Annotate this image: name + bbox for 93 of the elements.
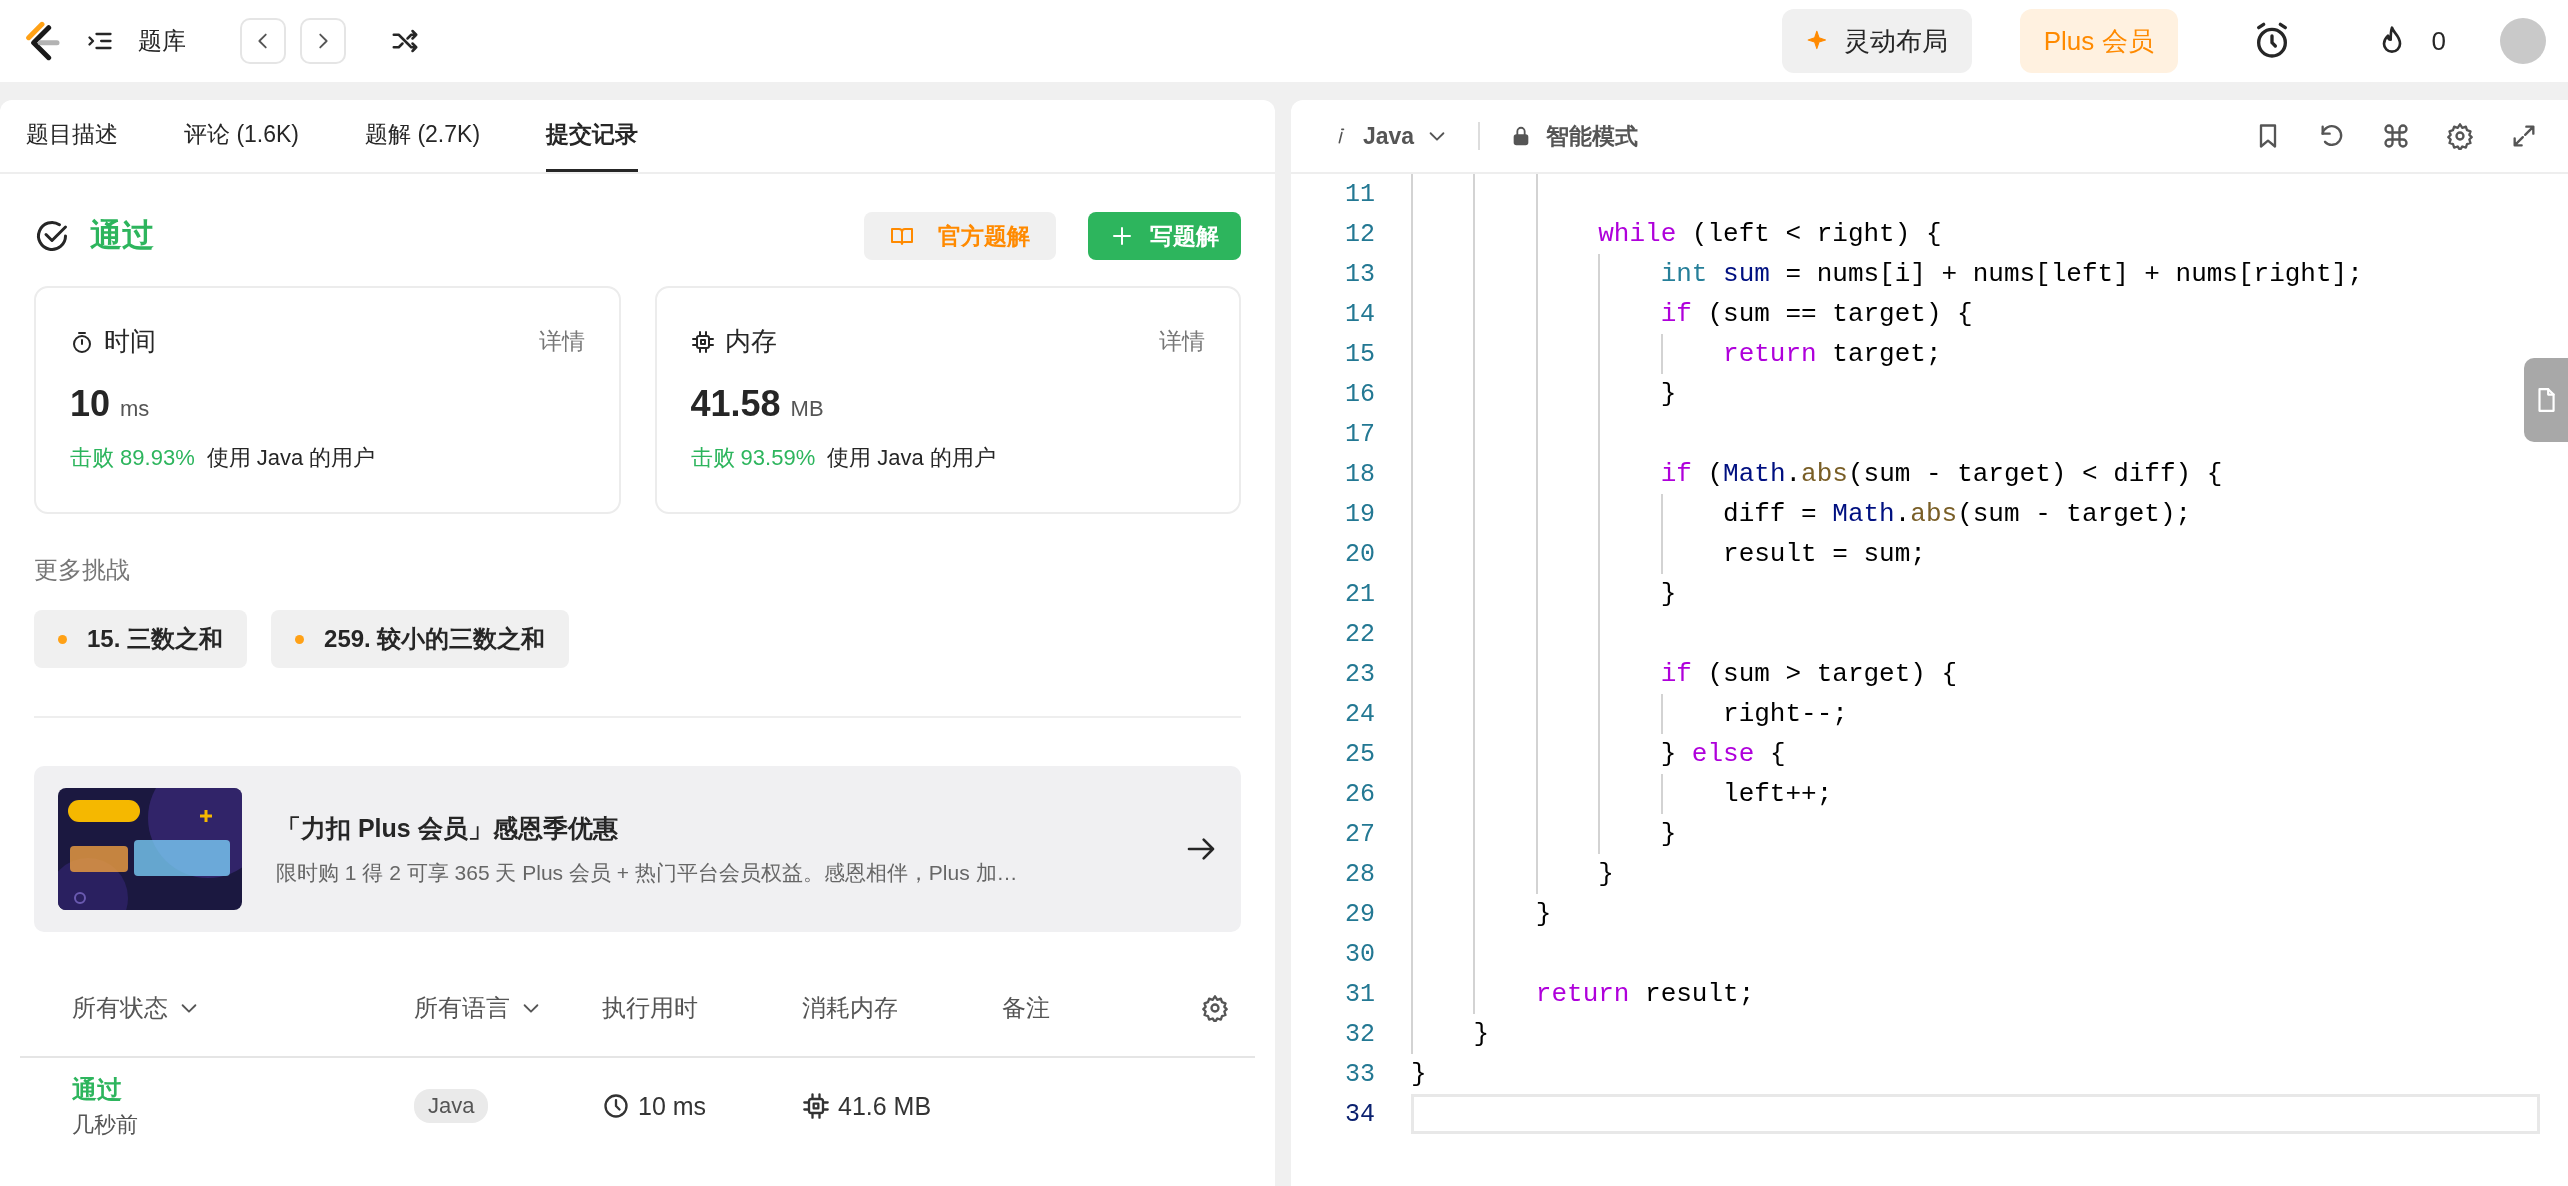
check-circle-icon [34,218,70,254]
problem-chip[interactable]: 15. 三数之和 [34,610,248,668]
promo-title: 「力扣 Plus 会员」感恩季优惠 [276,812,619,844]
streak-count: 0 [2431,25,2446,57]
problem-bank-link[interactable]: 题库 [138,25,186,57]
beat-percentage: 击败 93.59% [690,444,816,472]
result-status: 通过 [90,216,155,255]
line-number: 15 [1344,339,1375,369]
line-number: 12 [1344,219,1375,249]
avatar[interactable] [2500,18,2546,64]
tab[interactable]: 题解 (2.7K) [365,100,481,172]
beat-percentage: 击败 89.93% [70,444,195,472]
code-line: } [1659,379,1677,409]
stat-title: 内存 [724,325,778,358]
code-line: diff = Math.abs(sum - target); [1722,499,2192,529]
code-line: right--; [1722,699,1848,729]
line-number: 18 [1344,459,1375,489]
code-line: } [1534,899,1552,929]
line-number: 31 [1344,979,1375,1009]
column-header: 执行用时 [602,993,699,1023]
promo-banner[interactable]: 「力扣 Plus 会员」感恩季优惠 限时购 1 得 2 可享 365 天 Plus 会员 + 热门平台会员权益。感恩相伴，Plus 加… [34,766,1241,932]
stat-value: 41.58 [690,383,781,425]
details-link[interactable]: 详情 [538,326,585,357]
stopwatch-icon [70,329,94,354]
code-line: } [1659,579,1677,609]
beat-description: 使用 Java 的用户 [827,444,996,472]
tab[interactable]: 提交记录 [546,100,639,172]
line-number: 13 [1344,259,1375,289]
clock-icon [602,1092,630,1120]
line-number: 32 [1344,1019,1375,1049]
details-link[interactable]: 详情 [1159,326,1205,357]
settings-icon [1201,994,1229,1022]
tab[interactable]: 评论 (1.6K) [184,100,300,172]
code-line: } [1472,1019,1489,1049]
line-number: 14 [1344,299,1375,329]
line-number: 19 [1344,499,1375,529]
line-number: 22 [1344,619,1375,649]
line-number: 25 [1344,739,1375,769]
problem-chip[interactable]: 259. 较小的三数之和 [271,610,570,668]
mode-label[interactable]: 智能模式 [1546,120,1639,152]
filter-dropdown[interactable]: 所有语言 [414,992,602,1024]
code-line: } [1659,819,1677,849]
line-number: 27 [1344,819,1375,849]
line-number: 26 [1344,779,1375,809]
code-line: int sum = nums[i] + nums[left] + nums[right]; [1659,259,2363,289]
settings-icon [2446,122,2474,150]
line-number: 29 [1344,899,1375,929]
filter-dropdown[interactable]: 所有状态 [72,992,414,1024]
previous-button[interactable] [240,18,286,64]
line-number: 21 [1344,579,1375,609]
code-line: } else { [1659,739,1786,769]
stat-value: 10 [70,383,111,425]
line-number: 11 [1344,179,1375,209]
code-line: if (sum > target) { [1659,659,1958,689]
tab[interactable]: 题目描述 [26,100,118,172]
side-panel-tab[interactable] [2524,358,2568,442]
line-number: 34 [1344,1099,1375,1129]
plus-icon [1110,224,1134,248]
stat-unit: ms [120,396,150,422]
language-tag: Java [414,1089,489,1123]
layout-button[interactable]: 灵动布局 [1781,9,1972,73]
code-line: return result; [1534,979,1755,1009]
chip-icon [802,1092,830,1120]
line-number: 17 [1344,419,1375,449]
line-number: 33 [1344,1059,1375,1089]
code-line: return target; [1722,339,1942,369]
code-line: } [1597,859,1614,889]
submission-time: 几秒前 [72,1110,139,1139]
command-icon [2382,122,2410,150]
column-header: 备注 [1002,993,1051,1023]
code-line: } [1411,1059,1427,1089]
chip-icon [690,329,715,354]
memory-value: 41.6 MB [838,1091,932,1121]
column-header: 消耗内存 [802,993,899,1023]
code-line: if (Math.abs(sum - target) < diff) { [1659,459,2223,489]
beat-description: 使用 Java 的用户 [206,444,376,472]
stat-title: 时间 [104,325,157,358]
code-line: result = sum; [1722,539,1926,569]
promo-description: 限时购 1 得 2 可享 365 天 Plus 会员 + 热门平台会员权益。感恩相伴，Plus 加… [276,859,1019,886]
runtime-value: 10 ms [638,1091,707,1121]
line-number: 28 [1344,859,1375,889]
line-number: 16 [1344,379,1375,409]
language-selector[interactable]: Java [1331,122,1449,150]
line-number: 24 [1344,699,1375,729]
section-title: 更多挑战 [34,555,131,585]
line-number: 30 [1344,939,1375,969]
code-line: if (sum == target) { [1659,299,1973,329]
code-line: left++; [1722,779,1833,809]
line-number: 20 [1344,539,1375,569]
code-line: while (left < right) { [1597,219,1942,249]
line-number: 23 [1344,659,1375,689]
stat-unit: MB [790,396,824,422]
next-button[interactable] [300,18,346,64]
